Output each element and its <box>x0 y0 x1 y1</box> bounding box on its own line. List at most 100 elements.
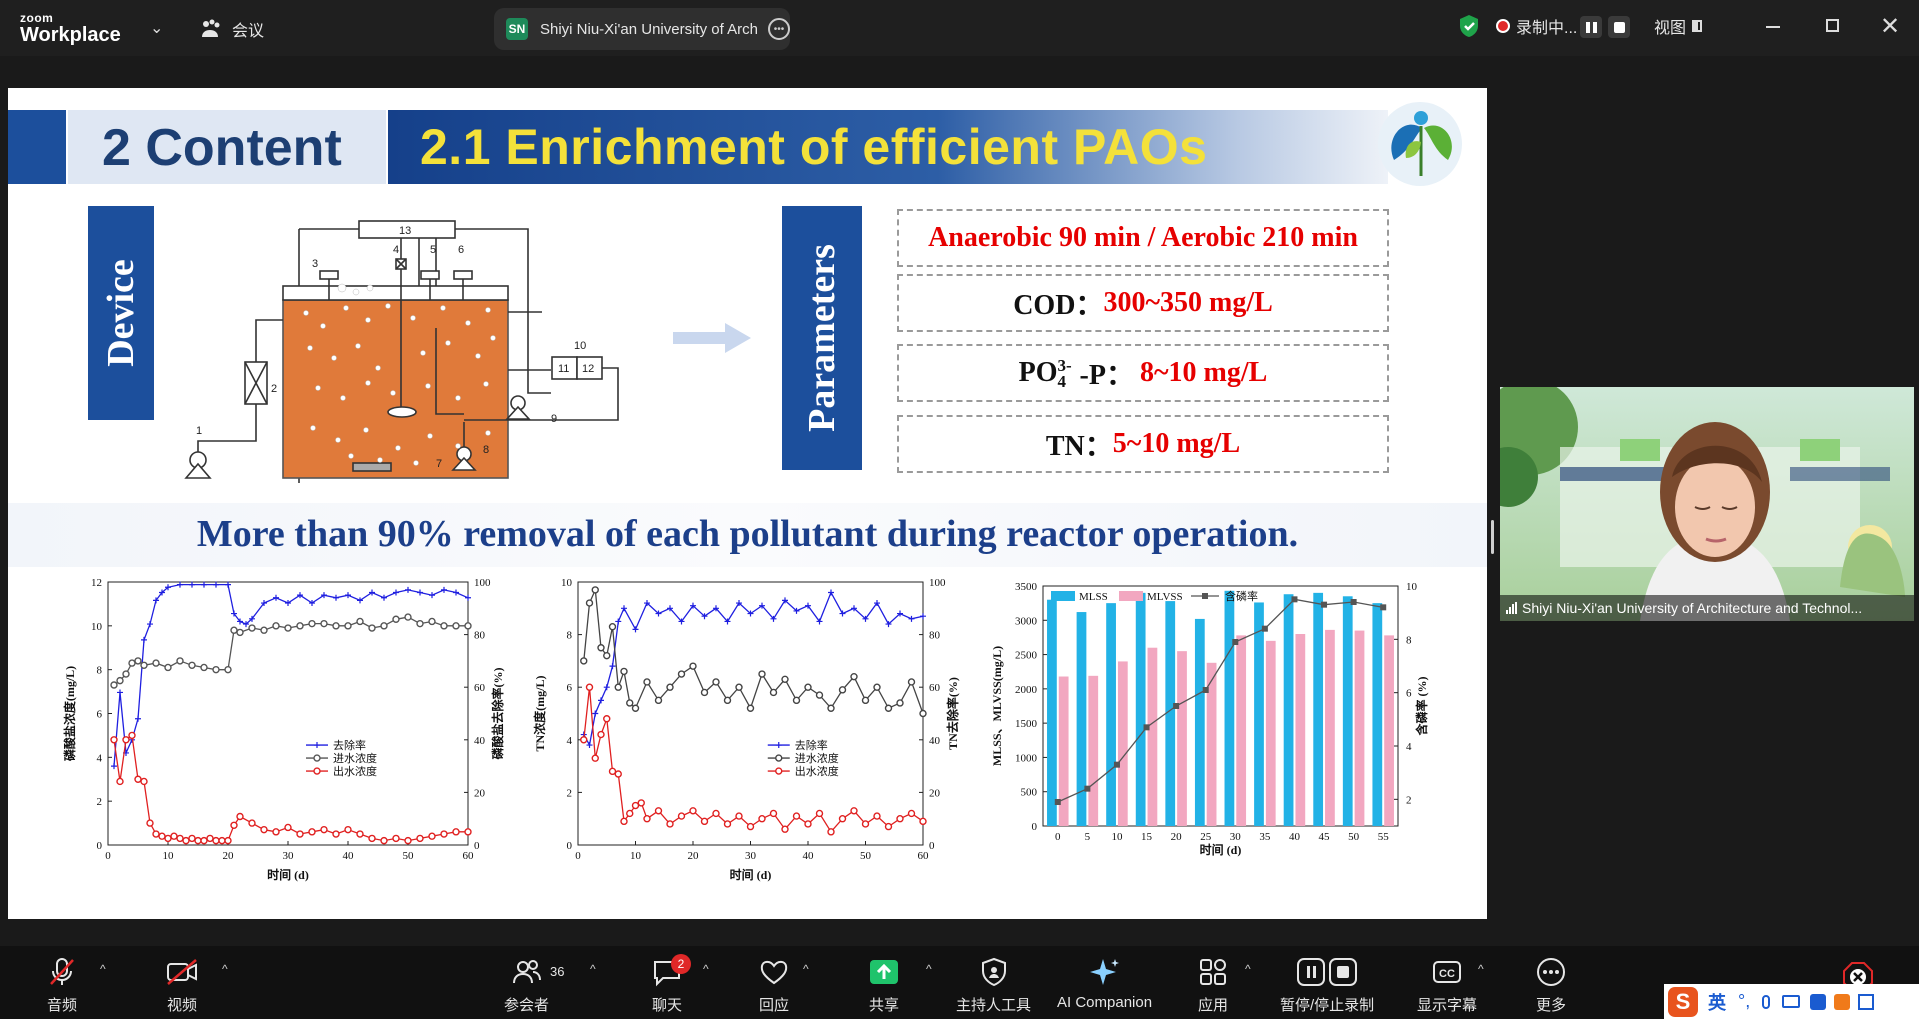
data-point <box>608 623 617 631</box>
react-button[interactable]: 回应 <box>758 956 790 1015</box>
y2-tick-label: 60 <box>474 682 486 694</box>
react-label: 回应 <box>758 997 789 1014</box>
data-point <box>441 586 447 593</box>
x-tick-label: 50 <box>860 850 872 862</box>
y-axis-label: TN浓度(mg/L) <box>533 675 547 751</box>
stop-recording-button[interactable] <box>1608 16 1630 38</box>
participants-count: 36 <box>550 964 565 979</box>
data-point <box>213 581 219 588</box>
audio-options-caret-icon[interactable]: ^ <box>100 962 106 976</box>
ime-keyboard-icon[interactable] <box>1782 995 1801 1008</box>
data-point <box>368 624 376 632</box>
share-caret-icon[interactable]: ^ <box>926 962 932 976</box>
data-point <box>1054 799 1061 805</box>
data-point <box>758 670 766 678</box>
ime-grid-icon[interactable] <box>1858 993 1875 1010</box>
more-button[interactable]: 更多 <box>1535 956 1567 1015</box>
data-point <box>654 807 663 815</box>
data-point <box>194 836 202 845</box>
app-menu-chevron-icon[interactable]: ⌄ <box>150 18 163 38</box>
data-point <box>609 663 616 670</box>
ime-language-toggle[interactable]: 英 <box>1708 989 1726 1015</box>
more-options-icon[interactable]: ••• <box>767 18 790 40</box>
y2-tick-label: 20 <box>929 787 941 799</box>
data-point <box>272 828 280 836</box>
meeting-menu[interactable]: 会议 <box>200 17 264 41</box>
meeting-title-pill[interactable]: SN Shiyi Niu-Xi'an University of Arch ••… <box>494 8 790 50</box>
data-point <box>189 581 195 588</box>
audio-button[interactable]: 音频 <box>46 956 78 1015</box>
data-point <box>452 622 460 630</box>
y2-tick-label: 60 <box>929 682 941 694</box>
data-point <box>428 617 436 626</box>
ime-skin-icon[interactable] <box>1810 993 1827 1010</box>
data-point <box>440 622 448 630</box>
ime-punctuation-icon[interactable]: °, <box>1738 991 1750 1012</box>
minimize-icon[interactable] <box>1766 26 1780 28</box>
data-point <box>861 696 870 705</box>
ime-toolbar[interactable]: S 英 °, <box>1664 984 1919 1019</box>
ai-companion-button[interactable]: AI Companion <box>1057 956 1152 1011</box>
more-icon <box>1537 958 1565 986</box>
record-controls-button[interactable]: 暂停/停止录制 <box>1280 956 1374 1015</box>
data-point <box>907 678 916 686</box>
data-point <box>416 834 424 843</box>
data-point <box>308 619 316 628</box>
participants-label: 参会者 <box>504 997 550 1014</box>
data-point <box>224 665 232 674</box>
data-point <box>580 657 588 665</box>
apps-caret-icon[interactable]: ^ <box>1245 962 1251 976</box>
x-tick-label: 0 <box>105 850 111 862</box>
x-tick-label: 0 <box>1055 831 1061 843</box>
data-point <box>147 621 153 628</box>
captions-caret-icon[interactable]: ^ <box>1478 962 1484 976</box>
data-point <box>230 626 238 634</box>
captions-button[interactable]: CC 显示字幕 <box>1417 956 1477 1015</box>
legend-label: 含磷率 <box>1225 589 1258 603</box>
close-window-icon[interactable]: ✕ <box>1880 12 1900 41</box>
x-tick-label: 10 <box>163 850 175 862</box>
ime-gift-icon[interactable] <box>1834 993 1851 1010</box>
diagram-label-5: 5 <box>430 244 436 256</box>
data-point <box>815 691 824 699</box>
x-tick-label: 50 <box>403 850 415 862</box>
meeting-toolbar: 音频 ^ 视频 ^ 参会者 36 ^ 聊天 2 ^ 回应 ^ 共享 ^ 主持人工… <box>0 946 1919 1019</box>
x-tick-label: 10 <box>630 850 642 862</box>
x-tick-label: 10 <box>1111 831 1123 843</box>
recording-status[interactable]: 录制中... <box>1496 14 1577 38</box>
data-point <box>907 809 916 818</box>
data-point <box>296 622 304 630</box>
restore-icon[interactable] <box>1826 19 1839 32</box>
participants-button[interactable]: 参会者 <box>504 956 549 1015</box>
security-shield-icon[interactable] <box>1458 14 1480 38</box>
apps-button[interactable]: 应用 <box>1197 956 1229 1015</box>
data-point <box>464 828 472 836</box>
share-button[interactable]: 共享 <box>868 956 900 1015</box>
ime-mic-icon[interactable] <box>1762 994 1771 1009</box>
view-menu[interactable]: 视图 <box>1654 14 1703 38</box>
data-point <box>122 736 130 744</box>
participant-video-tile[interactable]: Shiyi Niu-Xi'an University of Architectu… <box>1500 387 1914 621</box>
participants-caret-icon[interactable]: ^ <box>590 962 596 976</box>
sparkle-icon <box>1089 959 1119 985</box>
data-point <box>248 624 256 632</box>
x-axis-label: 时间 (d) <box>1200 842 1242 857</box>
react-caret-icon[interactable]: ^ <box>803 962 809 976</box>
param-tn-value: 5~10 mg/L <box>1112 428 1241 459</box>
video-options-caret-icon[interactable]: ^ <box>222 962 228 976</box>
y-tick-label: 4 <box>97 752 103 764</box>
muted-mic-icon <box>50 958 74 985</box>
panel-resize-handle[interactable] <box>1491 520 1494 554</box>
host-tools-button[interactable]: 主持人工具 <box>956 956 1031 1015</box>
y2-tick-label: 4 <box>1406 741 1412 753</box>
chat-caret-icon[interactable]: ^ <box>703 962 709 976</box>
pause-recording-button[interactable] <box>1580 16 1602 38</box>
conference-logo-icon <box>1378 102 1462 186</box>
data-point <box>236 628 244 637</box>
data-point <box>769 688 778 697</box>
data-point <box>200 663 208 672</box>
bar-mlvss <box>1265 640 1276 826</box>
x-tick-label: 35 <box>1259 831 1271 843</box>
video-button[interactable]: 视频 <box>165 956 199 1015</box>
y-tick-label: 10 <box>91 621 103 633</box>
